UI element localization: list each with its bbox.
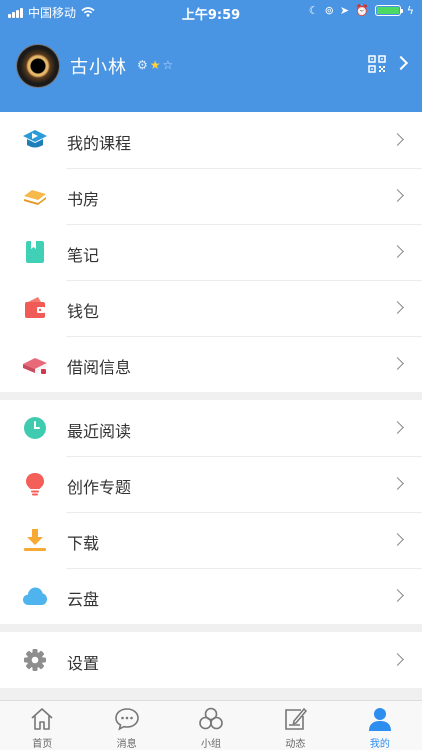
tab-me[interactable]: 我的 bbox=[338, 701, 422, 750]
user-level: ⚙ ★ ☆ bbox=[137, 58, 173, 72]
qr-code-icon[interactable] bbox=[368, 55, 386, 73]
menu-item-study[interactable]: 书房 bbox=[0, 168, 422, 224]
menu-item-label: 书房 bbox=[67, 190, 100, 209]
chevron-right-icon[interactable] bbox=[393, 55, 409, 71]
star-icon: ★ bbox=[149, 58, 161, 72]
gear-icon bbox=[24, 649, 46, 671]
edit-icon bbox=[285, 707, 308, 730]
chevron-right-icon bbox=[391, 477, 404, 490]
star-outline-icon: ☆ bbox=[162, 58, 174, 72]
menu-item-cloud-drive[interactable]: 云盘 bbox=[0, 568, 422, 624]
lightbulb-icon bbox=[26, 473, 44, 496]
level-badge-icon: ⚙ bbox=[137, 58, 148, 72]
books-icon bbox=[23, 358, 47, 374]
location-icon: ➤ bbox=[339, 4, 350, 17]
wallet-icon bbox=[25, 297, 45, 318]
menu-item-label: 借阅信息 bbox=[67, 358, 132, 377]
chevron-right-icon bbox=[391, 357, 404, 370]
battery-icon bbox=[374, 5, 403, 16]
tab-activity[interactable]: 动态 bbox=[253, 701, 337, 750]
home-icon bbox=[31, 708, 53, 730]
chevron-right-icon bbox=[391, 245, 404, 258]
menu-item-label: 下载 bbox=[67, 534, 100, 553]
menu-item-label: 创作专题 bbox=[67, 478, 132, 497]
menu-item-label: 最近阅读 bbox=[67, 422, 132, 441]
chevron-right-icon bbox=[391, 189, 404, 202]
tab-messages[interactable]: 消息 bbox=[84, 701, 168, 750]
menu-item-recent-reading[interactable]: 最近阅读 bbox=[0, 400, 422, 456]
menu-item-label: 设置 bbox=[67, 654, 100, 673]
chat-bubble-icon bbox=[114, 708, 139, 731]
menu-item-label: 笔记 bbox=[67, 246, 100, 265]
circles-icon bbox=[199, 707, 223, 730]
chevron-right-icon bbox=[391, 301, 404, 314]
avatar[interactable] bbox=[16, 44, 60, 88]
menu-item-creation-topics[interactable]: 创作专题 bbox=[0, 456, 422, 512]
menu-item-label: 钱包 bbox=[67, 302, 100, 321]
menu-item-my-courses[interactable]: 我的课程 bbox=[0, 112, 422, 168]
moon-icon: ☾ bbox=[308, 4, 319, 17]
chevron-right-icon bbox=[391, 589, 404, 602]
menu-item-borrow-info[interactable]: 借阅信息 bbox=[0, 336, 422, 392]
menu-item-settings[interactable]: 设置 bbox=[0, 632, 422, 688]
menu-item-wallet[interactable]: 钱包 bbox=[0, 280, 422, 336]
profile-row[interactable]: 古小林 ⚙ ★ ☆ bbox=[0, 44, 422, 90]
alarm-icon: ⏰ bbox=[355, 4, 369, 17]
tab-label: 动态 bbox=[285, 739, 306, 750]
menu-item-notes[interactable]: 笔记 bbox=[0, 224, 422, 280]
tab-label: 首页 bbox=[32, 739, 53, 750]
tab-home[interactable]: 首页 bbox=[0, 701, 84, 750]
tab-label: 消息 bbox=[116, 739, 137, 750]
chevron-right-icon bbox=[391, 653, 404, 666]
menu-group-account: 我的课程 书房 笔记 钱包 借阅信息 bbox=[0, 112, 422, 392]
cloud-icon bbox=[23, 587, 47, 605]
menu-group-settings: 设置 bbox=[0, 632, 422, 688]
chevron-right-icon bbox=[391, 133, 404, 146]
username: 古小林 bbox=[70, 57, 127, 78]
charging-icon: ϟ bbox=[406, 4, 414, 17]
chevron-right-icon bbox=[391, 533, 404, 546]
status-bar: 中国移动 上午9:59 ☾ ⊚ ➤ ⏰ ϟ bbox=[0, 0, 422, 23]
orientation-lock-icon: ⊚ bbox=[324, 4, 334, 17]
menu-item-label: 云盘 bbox=[67, 590, 100, 609]
chevron-right-icon bbox=[391, 421, 404, 434]
clock-icon bbox=[24, 417, 46, 439]
menu-item-label: 我的课程 bbox=[67, 134, 132, 153]
tab-groups[interactable]: 小组 bbox=[169, 701, 253, 750]
course-icon bbox=[23, 130, 47, 148]
tab-bar: 首页 消息 小组 动态 我的 bbox=[0, 700, 422, 750]
notebook-icon bbox=[26, 241, 44, 263]
tab-label: 小组 bbox=[201, 739, 222, 750]
bookshelf-icon bbox=[24, 190, 46, 205]
menu-group-content: 最近阅读 创作专题 下载 云盘 bbox=[0, 400, 422, 624]
profile-header: 中国移动 上午9:59 ☾ ⊚ ➤ ⏰ ϟ 古小林 ⚙ ★ ☆ bbox=[0, 0, 422, 112]
download-icon bbox=[24, 529, 46, 551]
person-icon bbox=[368, 708, 391, 731]
tab-label: 我的 bbox=[369, 739, 390, 750]
menu-item-download[interactable]: 下载 bbox=[0, 512, 422, 568]
